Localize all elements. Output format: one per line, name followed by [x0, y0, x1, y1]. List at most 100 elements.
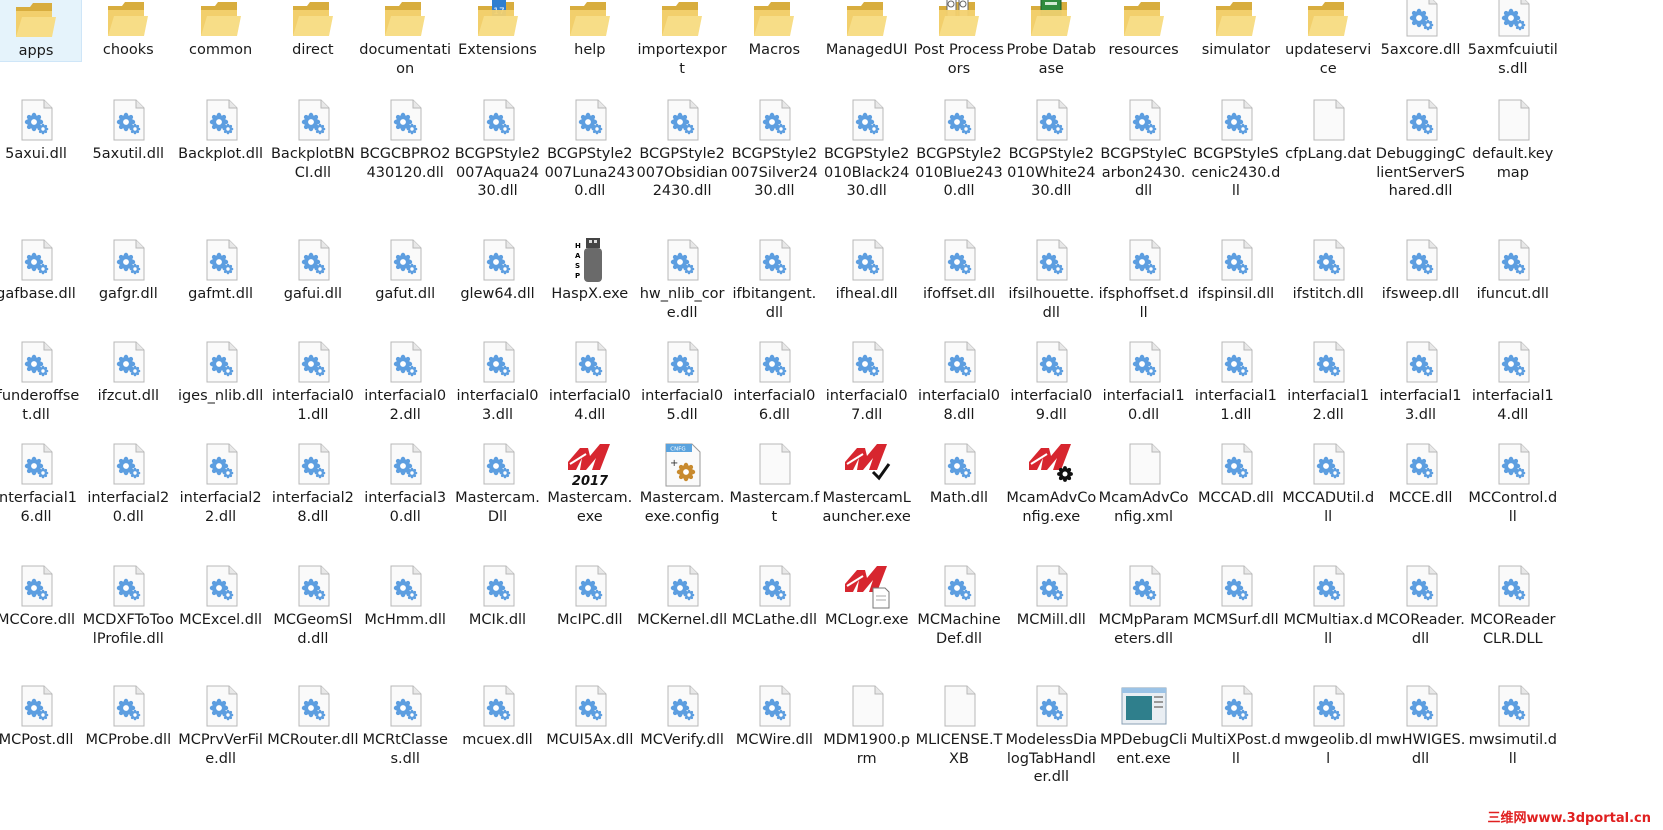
file-item[interactable]: chooks	[82, 0, 174, 60]
file-item[interactable]: MCPrvVerFile.dll	[175, 682, 267, 768]
file-item[interactable]: common	[175, 0, 267, 60]
file-item[interactable]: 5axcore.dll	[1375, 0, 1467, 60]
file-item[interactable]: interfacial04.dll	[544, 338, 636, 424]
file-item[interactable]: MultiXPost.dll	[1190, 682, 1282, 768]
file-item[interactable]: MCMill.dll	[1005, 562, 1097, 630]
file-item[interactable]: BCGPStyle2010Blue2430.dll	[913, 96, 1005, 201]
file-item[interactable]: gafgr.dll	[82, 236, 174, 304]
file-item[interactable]: 2017 Mastercam.exe	[544, 440, 636, 526]
file-item[interactable]: direct	[267, 0, 359, 60]
file-item[interactable]: interfacial01.dll	[267, 338, 359, 424]
file-item[interactable]: ModelessDialogTabHandler.dll	[1005, 682, 1097, 787]
file-item[interactable]: interfacial28.dll	[267, 440, 359, 526]
file-item[interactable]: BCGPStyle2007Silver2430.dll	[728, 96, 820, 201]
file-item[interactable]: BCGCBPRO2430120.dll	[359, 96, 451, 182]
file-item[interactable]: interfacial14.dll	[1467, 338, 1559, 424]
file-item[interactable]: simulator	[1190, 0, 1282, 60]
file-item[interactable]: MLICENSE.TXB	[913, 682, 1005, 768]
file-item[interactable]: MCKernel.dll	[636, 562, 728, 630]
file-item[interactable]: MCWire.dll	[728, 682, 820, 750]
file-item[interactable]: Backplot.dll	[175, 96, 267, 164]
file-item[interactable]: ifzcut.dll	[82, 338, 174, 406]
file-item[interactable]: ifsilhouette.dll	[1005, 236, 1097, 322]
file-item[interactable]: CNFG + Mastercam.exe.config	[636, 440, 728, 526]
file-item[interactable]: MCMSurf.dll	[1190, 562, 1282, 630]
file-item[interactable]: MCIk.dll	[452, 562, 544, 630]
file-item[interactable]: interfacial16.dll	[0, 440, 82, 526]
file-item[interactable]: Math.dll	[913, 440, 1005, 508]
file-item[interactable]: MCMachineDef.dll	[913, 562, 1005, 648]
file-item[interactable]: ifoffset.dll	[913, 236, 1005, 304]
file-item[interactable]: interfacial11.dll	[1190, 338, 1282, 424]
file-item[interactable]: mcuex.dll	[452, 682, 544, 750]
file-item[interactable]: interfacial13.dll	[1375, 338, 1467, 424]
file-item[interactable]: BCGPStyle2007Obsidian2430.dll	[636, 96, 728, 201]
file-item[interactable]: DebuggingClientServerShared.dll	[1375, 96, 1467, 201]
file-item[interactable]: MDM1900.prm	[821, 682, 913, 768]
file-item[interactable]: ifuncut.dll	[1467, 236, 1559, 304]
file-item[interactable]: MCMultiax.dll	[1282, 562, 1374, 648]
file-item[interactable]: cfpLang.dat	[1282, 96, 1374, 164]
file-item[interactable]: MCCE.dll	[1375, 440, 1467, 508]
file-item[interactable]: Mastercam.ft	[728, 440, 820, 526]
file-item[interactable]: gafmt.dll	[175, 236, 267, 304]
file-item[interactable]: MCRouter.dll	[267, 682, 359, 750]
file-item[interactable]: default.keymap	[1467, 96, 1559, 182]
file-item[interactable]: MCMpParameters.dll	[1098, 562, 1190, 648]
file-item[interactable]: interfacial20.dll	[82, 440, 174, 526]
file-item[interactable]: interfacial02.dll	[359, 338, 451, 424]
file-item[interactable]: MCLogr.exe	[821, 562, 913, 630]
file-item[interactable]: gafui.dll	[267, 236, 359, 304]
file-item[interactable]: ifbitangent.dll	[728, 236, 820, 322]
file-item[interactable]: ManagedUI	[821, 0, 913, 60]
file-item[interactable]: gafut.dll	[359, 236, 451, 304]
file-item[interactable]: ifsphoffset.dll	[1098, 236, 1190, 322]
file-item[interactable]: MCCADUtil.dll	[1282, 440, 1374, 526]
file-item[interactable]: gafbase.dll	[0, 236, 82, 304]
file-item[interactable]: interfacial06.dll	[728, 338, 820, 424]
file-item[interactable]: ifunderoffset.dll	[0, 338, 82, 424]
file-item[interactable]: mwsimutil.dll	[1467, 682, 1559, 768]
file-item[interactable]: MCDXFToToolProfile.dll	[82, 562, 174, 648]
file-item[interactable]: 5axmfcuiutils.dll	[1467, 0, 1559, 78]
file-item[interactable]: ifstitch.dll	[1282, 236, 1374, 304]
file-item[interactable]: updateservice	[1282, 0, 1374, 78]
file-item[interactable]: 5axutil.dll	[82, 96, 174, 164]
file-item[interactable]: MCCore.dll	[0, 562, 82, 630]
file-item[interactable]: glew64.dll	[452, 236, 544, 304]
file-item[interactable]: MCVerify.dll	[636, 682, 728, 750]
file-item[interactable]: BCGPStyle2007Luna2430.dll	[544, 96, 636, 201]
file-item[interactable]: resources	[1098, 0, 1190, 60]
file-item[interactable]: H A S P HaspX.exe	[544, 236, 636, 304]
file-item[interactable]: McHmm.dll	[359, 562, 451, 630]
file-item[interactable]: Probe Database	[1005, 0, 1097, 78]
file-item[interactable]: MCExcel.dll	[175, 562, 267, 630]
file-item[interactable]: BCGPStyle2010White2430.dll	[1005, 96, 1097, 201]
file-item[interactable]: BCGPStyleScenic2430.dll	[1190, 96, 1282, 201]
file-item[interactable]: MCProbe.dll	[82, 682, 174, 750]
file-item[interactable]: hw_nlib_core.dll	[636, 236, 728, 322]
file-item[interactable]: interfacial30.dll	[359, 440, 451, 526]
file-item[interactable]: interfacial22.dll	[175, 440, 267, 526]
file-item[interactable]: MCLathe.dll	[728, 562, 820, 630]
file-item[interactable]: interfacial05.dll	[636, 338, 728, 424]
file-item[interactable]: Post Processors	[913, 0, 1005, 78]
file-item[interactable]: documentation	[359, 0, 451, 78]
file-item[interactable]: interfacial03.dll	[452, 338, 544, 424]
file-item[interactable]: BCGPStyle2007Aqua2430.dll	[452, 96, 544, 201]
file-item[interactable]: help	[544, 0, 636, 60]
file-item[interactable]: interfacial12.dll	[1282, 338, 1374, 424]
file-item[interactable]: MCCAD.dll	[1190, 440, 1282, 508]
file-item[interactable]: McamAdvConfig.exe	[1005, 440, 1097, 526]
file-item[interactable]: MCOReaderCLR.DLL	[1467, 562, 1559, 648]
file-item[interactable]: 17 Extensions	[452, 0, 544, 60]
file-item[interactable]: MCRtClasses.dll	[359, 682, 451, 768]
file-item[interactable]: importexport	[636, 0, 728, 78]
file-item[interactable]: iges_nlib.dll	[175, 338, 267, 406]
file-item[interactable]: McamAdvConfig.xml	[1098, 440, 1190, 526]
file-item[interactable]: ifheal.dll	[821, 236, 913, 304]
file-item[interactable]: interfacial10.dll	[1098, 338, 1190, 424]
file-item[interactable]: MPDebugClient.exe	[1098, 682, 1190, 768]
file-item[interactable]: Mastercam.Dll	[452, 440, 544, 526]
file-item[interactable]: MCPost.dll	[0, 682, 82, 750]
